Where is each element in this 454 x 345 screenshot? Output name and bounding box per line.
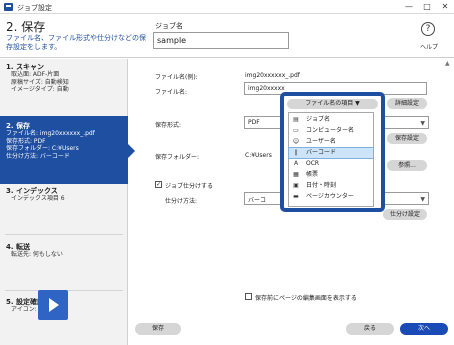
form-icon: ▦ bbox=[293, 171, 299, 178]
active-step-pointer bbox=[128, 144, 135, 158]
browse-button[interactable]: 参照... bbox=[387, 160, 427, 171]
folder-value: C:¥Users bbox=[245, 152, 272, 159]
sidebar-step-save[interactable]: 2. 保存 ファイル名: img20xxxxxx_.pdf 保存形式: PDF … bbox=[0, 116, 135, 184]
menu-item-computer-name[interactable]: ▭ コンピューター名 bbox=[289, 126, 373, 136]
filename-example-value: img20xxxxxx_.pdf bbox=[245, 72, 300, 79]
preview-checkbox[interactable] bbox=[245, 293, 252, 300]
help-icon[interactable]: ? bbox=[421, 22, 435, 36]
minimize-button[interactable]: — bbox=[400, 0, 418, 14]
page-description: ファイル名、ファイル形式や仕分けなどの保存設定をします。 bbox=[6, 34, 146, 51]
sort-method-label: 仕分け方法: bbox=[165, 198, 198, 205]
sidebar-step-index[interactable]: 3. インデックス インデックス項目 6 bbox=[0, 183, 128, 233]
format-label: 保存形式: bbox=[155, 122, 182, 129]
menu-item-ocr[interactable]: A OCR bbox=[289, 159, 373, 169]
format-select-value: PDF bbox=[248, 119, 260, 126]
title-bar: ジョブ設定 — □ ✕ bbox=[0, 0, 454, 14]
filename-items-menu: ▤ ジョブ名 ▭ コンピューター名 ☺ ユーザー名 ∥ バーコード A OCR … bbox=[288, 112, 374, 207]
filename-items-popup: ファイル名の項目 ▼ ▤ ジョブ名 ▭ コンピューター名 ☺ ユーザー名 ∥ バ… bbox=[280, 92, 385, 212]
close-button[interactable]: ✕ bbox=[436, 0, 454, 14]
sidebar-step-detail: 転送先: 何もしない bbox=[11, 251, 63, 258]
scrollbar[interactable]: ▲ bbox=[443, 59, 454, 319]
user-icon: ☺ bbox=[292, 138, 300, 145]
maximize-button[interactable]: □ bbox=[418, 0, 436, 14]
preview-checkbox-label[interactable]: 保存前にページの編集画面を表示する bbox=[255, 293, 357, 302]
sort-checkbox-label[interactable]: ジョブ仕分けする bbox=[165, 181, 213, 190]
counter-icon: ▬ bbox=[293, 193, 299, 200]
menu-item-barcode[interactable]: ∥ バーコード bbox=[288, 147, 374, 159]
menu-item-page-counter[interactable]: ▬ ページカウンター bbox=[289, 192, 373, 202]
sidebar-step-scan[interactable]: 1. スキャン 取込面: ADF-片面 原稿サイズ: 自動検知 イメージタイプ:… bbox=[0, 59, 128, 111]
header: 2. 保存 ファイル名、ファイル形式や仕分けなどの保存設定をします。 ジョブ名 … bbox=[0, 14, 454, 58]
jobname-input[interactable]: sample bbox=[153, 32, 289, 49]
menu-item-datetime[interactable]: ▣ 日付・時刻 bbox=[289, 181, 373, 191]
ocr-icon: A bbox=[293, 160, 299, 167]
format-settings-button[interactable]: 保存設定 bbox=[387, 133, 427, 144]
window-title: ジョブ設定 bbox=[17, 4, 52, 12]
folder-label: 保存フォルダー: bbox=[155, 154, 200, 161]
sort-checkbox[interactable]: ✓ bbox=[155, 181, 162, 188]
app-icon bbox=[4, 3, 13, 11]
file-icon: ▤ bbox=[293, 116, 299, 123]
menu-item-form[interactable]: ▦ 帳票 bbox=[289, 170, 373, 180]
sort-method-value: バーコ bbox=[248, 197, 267, 204]
filename-example-label: ファイル名(例): bbox=[155, 74, 198, 81]
jobname-label: ジョブ名 bbox=[155, 22, 183, 30]
computer-icon: ▭ bbox=[293, 127, 299, 134]
scroll-up-icon[interactable]: ▲ bbox=[445, 60, 450, 67]
chevron-down-icon: ▼ bbox=[420, 120, 425, 127]
job-icon[interactable] bbox=[38, 290, 68, 320]
menu-item-user-name[interactable]: ☺ ユーザー名 bbox=[289, 137, 373, 147]
back-button[interactable]: 戻る bbox=[346, 323, 394, 335]
barcode-icon: ∥ bbox=[294, 149, 298, 156]
chevron-down-icon: ▼ bbox=[420, 196, 425, 203]
next-button[interactable]: 次へ bbox=[400, 323, 448, 335]
save-button[interactable]: 保存 bbox=[135, 323, 181, 335]
help-label[interactable]: ヘルプ bbox=[420, 42, 438, 51]
sidebar-divider bbox=[5, 234, 123, 235]
sort-settings-button[interactable]: 仕分け設定 bbox=[383, 209, 427, 220]
filename-label: ファイル名: bbox=[155, 89, 188, 96]
sidebar-step-transfer[interactable]: 4. 転送 転送先: 何もしない bbox=[0, 239, 128, 289]
calendar-icon: ▣ bbox=[293, 182, 299, 189]
sidebar-step-detail: 取込面: ADF-片面 原稿サイズ: 自動検知 イメージタイプ: 自動 bbox=[11, 71, 69, 93]
menu-item-jobname[interactable]: ▤ ジョブ名 bbox=[289, 115, 373, 125]
detail-settings-button[interactable]: 詳細設定 bbox=[387, 98, 427, 109]
sidebar-step-detail: ファイル名: img20xxxxxx_.pdf 保存形式: PDF 保存フォルダ… bbox=[6, 130, 95, 160]
filename-items-button[interactable]: ファイル名の項目 ▼ bbox=[287, 99, 378, 109]
sidebar-step-detail: アイコン: bbox=[11, 306, 37, 313]
sidebar-step-detail: インデックス項目 6 bbox=[11, 195, 65, 202]
page-title: 2. 保存 bbox=[6, 20, 46, 34]
